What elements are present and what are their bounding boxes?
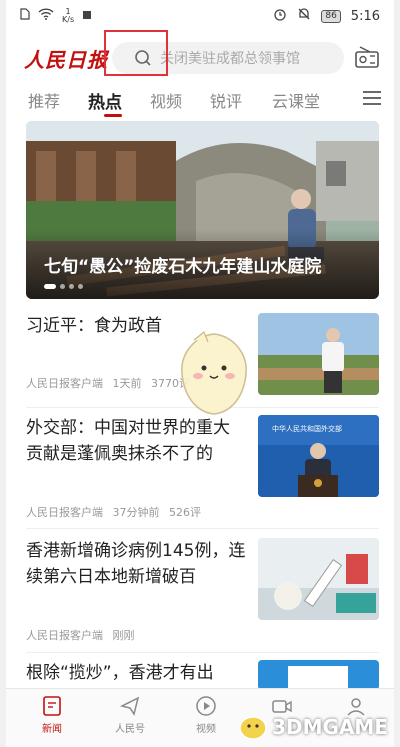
thumb-caption: 中华人民共和国外交部 (272, 424, 342, 433)
news-time: 37分钟前 (112, 506, 160, 519)
tab-video[interactable]: 视频 (150, 88, 182, 112)
search-bar[interactable]: 关闭美驻成都总领事馆 (112, 42, 344, 74)
notification-icon (82, 9, 92, 24)
nav-video[interactable]: 视频 (176, 695, 236, 735)
tab-cloud-class[interactable]: 云课堂 (272, 88, 320, 112)
news-thumbnail: 中华人民共和国外交部 (258, 415, 379, 497)
nav-peoples-account[interactable]: 人民号 (100, 695, 160, 735)
mute-icon (297, 7, 311, 25)
clock: 5:16 (350, 8, 380, 24)
divider (26, 652, 379, 653)
sim-icon (20, 8, 30, 24)
news-title: 外交部：中国对世界的重大贡献是蓬佩奥抹杀不了的 (26, 418, 230, 464)
news-thumbnail (258, 660, 379, 690)
app-frame: 1 K/s 86 5:16 人民日报 关闭美驻成都总领事馆 推荐 热点 视频 锐… (6, 0, 394, 747)
carousel-dot-active (44, 284, 56, 289)
carousel-dot (78, 284, 83, 289)
news-meta: 人民日报客户端 刚刚 (26, 627, 141, 643)
bottom-nav: 新闻 人民号 视频 3DMGAME (6, 688, 394, 747)
network-speed: 1 K/s (62, 8, 74, 24)
watermark-logo-icon (239, 716, 267, 740)
alarm-icon (273, 7, 287, 25)
tab-commentary[interactable]: 锐评 (210, 88, 242, 112)
news-item[interactable]: 外交部：中国对世界的重大贡献是蓬佩奥抹杀不了的 人民日报客户端 37分钟前 52… (26, 415, 379, 525)
news-thumbnail (258, 538, 379, 620)
watermark: 3DMGAME (238, 714, 388, 740)
radio-icon[interactable] (354, 45, 380, 69)
news-comments: 526评 (169, 506, 201, 519)
nav-peoples-account-label: 人民号 (115, 724, 145, 735)
tab-recommend[interactable]: 推荐 (28, 88, 60, 112)
news-source: 人民日报客户端 (26, 629, 103, 642)
status-bar: 1 K/s 86 5:16 (6, 0, 394, 30)
carousel-dot (60, 284, 65, 289)
active-tab-indicator (104, 114, 122, 117)
app-header: 人民日报 关闭美驻成都总领事馆 (6, 32, 394, 80)
news-comments: 3770评 (151, 377, 190, 390)
hero-title: 七旬“愚公”捡废石木九年建山水庭院 (44, 257, 322, 277)
carousel-dot (69, 284, 74, 289)
app-logo[interactable]: 人民日报 (24, 44, 108, 73)
news-icon (43, 696, 61, 716)
wifi-icon (38, 8, 54, 24)
search-placeholder: 关闭美驻成都总领事馆 (160, 51, 300, 67)
news-time: 刚刚 (112, 629, 135, 642)
news-source: 人民日报客户端 (26, 377, 103, 390)
news-item[interactable]: 习近平：食为政首 人民日报客户端 1天前 3770评 (26, 313, 379, 403)
news-item[interactable]: 香港新增确诊病例145例，连续第六日本地新增破百 人民日报客户端 刚刚 (26, 538, 379, 648)
news-source: 人民日报客户端 (26, 506, 103, 519)
watermark-text: 3DMGAME (272, 715, 388, 739)
carousel-indicator (44, 284, 83, 289)
send-icon (119, 696, 140, 716)
news-time: 1天前 (112, 377, 142, 390)
battery-indicator: 86 (321, 9, 341, 23)
menu-icon[interactable] (362, 90, 382, 106)
divider (26, 407, 379, 408)
speed-unit: K/s (62, 15, 75, 24)
nav-news[interactable]: 新闻 (22, 695, 82, 735)
hero-banner[interactable]: 七旬“愚公”捡废石木九年建山水庭院 (26, 121, 379, 299)
search-icon (135, 50, 151, 66)
tab-hot[interactable]: 热点 (88, 88, 122, 113)
nav-video-label: 视频 (196, 724, 216, 735)
news-thumbnail (258, 313, 379, 395)
news-title: 根除“揽炒”，香港才有出 (26, 663, 214, 683)
news-meta: 人民日报客户端 37分钟前 526评 (26, 504, 207, 520)
news-title: 习近平：食为政首 (26, 316, 162, 336)
news-meta: 人民日报客户端 1天前 3770评 (26, 375, 196, 391)
play-icon (196, 696, 216, 716)
divider (26, 528, 379, 529)
news-title: 香港新增确诊病例145例，连续第六日本地新增破百 (26, 541, 246, 587)
category-tabs: 推荐 热点 视频 锐评 云课堂 (6, 84, 394, 117)
nav-news-label: 新闻 (42, 724, 62, 735)
